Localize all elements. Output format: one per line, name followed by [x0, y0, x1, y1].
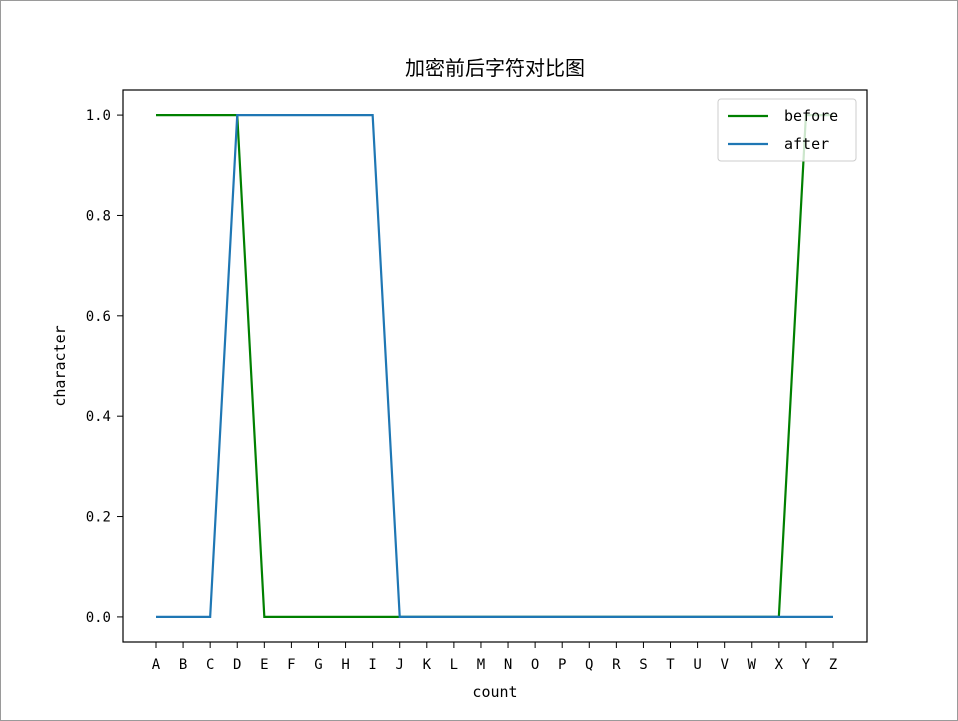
x-tick-label: A — [152, 657, 161, 673]
x-axis-label: count — [472, 683, 517, 701]
x-tick-label: G — [314, 657, 322, 673]
x-tick-label: V — [720, 657, 729, 673]
x-tick-label: U — [693, 657, 701, 673]
x-tick-label: P — [558, 657, 566, 673]
x-tick-label: R — [612, 657, 621, 673]
x-tick-label: W — [748, 657, 757, 673]
x-tick-label: Q — [585, 657, 593, 673]
x-tick-label: F — [287, 657, 295, 673]
y-tick-label: 0.6 — [86, 309, 111, 325]
y-axis: 0.0 0.2 0.4 0.6 0.8 1.0 — [86, 108, 123, 626]
x-axis: A B C D E F G H I J K L M N O P Q R S T U V W X Y Z — [152, 642, 837, 673]
x-tick-label: B — [179, 657, 187, 673]
x-tick-label: Z — [829, 657, 837, 673]
x-tick-label: S — [639, 657, 647, 673]
x-tick-label: T — [666, 657, 675, 673]
x-tick-label: X — [775, 657, 784, 673]
line-chart: 加密前后字符对比图 0.0 0.2 0.4 0.6 0.8 1.0 A B C D E F G H I J K… — [51, 56, 868, 701]
x-tick-label: K — [423, 657, 432, 673]
y-axis-label: character — [51, 325, 69, 406]
x-tick-label: D — [233, 657, 241, 673]
y-tick-label: 0.4 — [86, 409, 111, 425]
x-tick-label: M — [477, 657, 485, 673]
figure-window: 加密前后字符对比图 0.0 0.2 0.4 0.6 0.8 1.0 A B C D E F G H I J K… — [0, 0, 958, 721]
x-tick-label: Y — [802, 657, 811, 673]
x-tick-label: I — [368, 657, 376, 673]
legend-label-after: after — [784, 135, 829, 153]
y-tick-label: 0.2 — [86, 510, 111, 526]
x-tick-label: O — [531, 657, 539, 673]
x-tick-label: J — [396, 657, 404, 673]
y-tick-label: 0.8 — [86, 208, 111, 224]
x-tick-label: N — [504, 657, 512, 673]
y-tick-label: 1.0 — [86, 108, 111, 124]
x-tick-label: C — [206, 657, 214, 673]
legend: before after — [717, 98, 857, 162]
x-tick-label: E — [260, 657, 268, 673]
y-tick-label: 0.0 — [86, 610, 111, 626]
x-tick-label: L — [450, 657, 458, 673]
chart-title: 加密前后字符对比图 — [405, 56, 585, 80]
legend-label-before: before — [784, 107, 838, 125]
x-tick-label: H — [341, 657, 349, 673]
